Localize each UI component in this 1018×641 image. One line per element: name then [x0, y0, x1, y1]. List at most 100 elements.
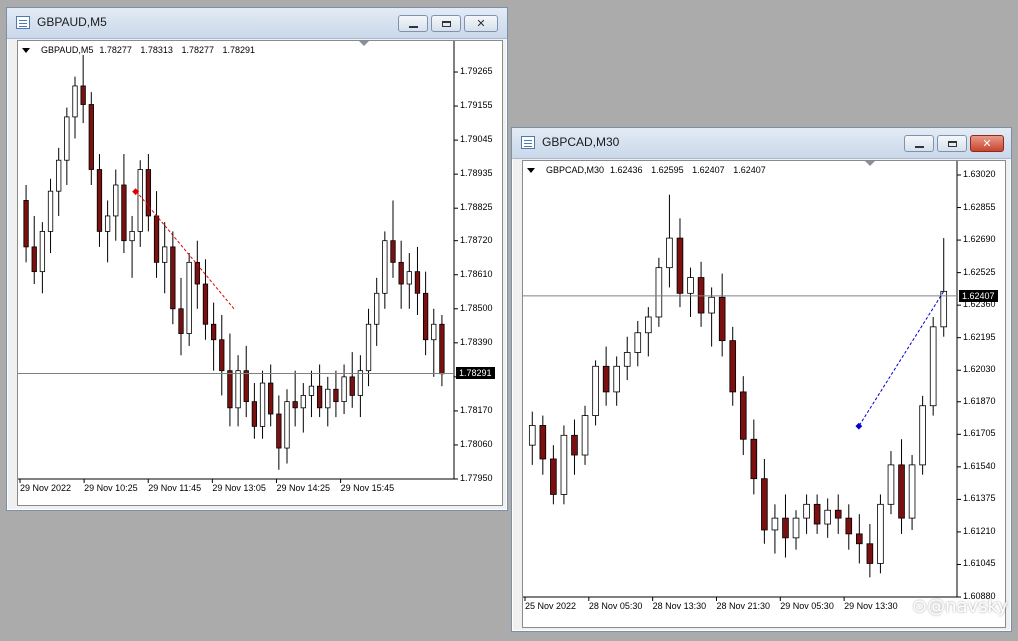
close-button[interactable]: ✕ [970, 135, 1004, 152]
ohlc-high: 1.78313 [140, 45, 173, 55]
candle [308, 370, 315, 418]
candle-body-bull [613, 365, 620, 393]
chart-shift-marker[interactable] [865, 161, 875, 166]
ohlc-low: 1.62407 [692, 165, 725, 175]
maximize-button[interactable] [937, 135, 967, 152]
candle [739, 376, 747, 456]
minimize-button[interactable] [904, 135, 934, 152]
candle [856, 514, 863, 564]
candle [382, 231, 388, 309]
candle-body-bull [581, 415, 589, 456]
chart-canvas[interactable]: ◆ GBPCAD,M30 1.62436 1.62595 1.62407 1.62… [522, 160, 1006, 628]
price-scale-label: 1.63020 [963, 169, 996, 179]
price-scale-label: 1.61375 [963, 493, 996, 504]
ohlc-info: GBPAUD,M5 1.78277 1.78313 1.78277 1.78291 [22, 45, 255, 55]
window-titlebar[interactable]: GBPCAD,M30 ✕ [512, 128, 1011, 159]
candle-body-bull [382, 240, 388, 294]
ohlc-info: GBPCAD,M30 1.62436 1.62595 1.62407 1.6240… [527, 165, 766, 175]
price-scale-label: 1.78060 [460, 438, 493, 449]
candle [276, 395, 282, 470]
candle [365, 308, 372, 387]
dropdown-triangle-icon[interactable] [527, 168, 535, 174]
candle-body-bull [357, 370, 364, 396]
chart-shift-marker[interactable] [359, 41, 369, 46]
candle-body-bear [697, 277, 705, 314]
candle-body-bull [592, 365, 599, 416]
close-icon: ✕ [982, 137, 992, 150]
candlestick-chart-gbpcad: ◆ [523, 161, 961, 601]
candle [528, 411, 536, 465]
candle [88, 92, 94, 185]
candle-body-bear [121, 184, 127, 242]
candle-body-bear [145, 169, 152, 217]
candle [259, 370, 266, 439]
window-title: GBPAUD,M5 [37, 15, 107, 29]
candle [406, 253, 412, 309]
candle-body-bull [406, 271, 412, 285]
candle [121, 154, 127, 254]
chart-canvas[interactable]: ◆ GBPAUD,M5 1.78277 1.78313 1.78277 1.782… [17, 40, 503, 506]
candle-body-bull [374, 292, 380, 325]
candle-body-bull [308, 385, 315, 396]
candle [929, 316, 937, 416]
price-scale-label: 1.78935 [460, 168, 493, 179]
minimize-button[interactable] [398, 15, 428, 32]
candle [341, 364, 347, 415]
window-title: GBPCAD,M30 [542, 135, 620, 149]
minimize-icon [914, 145, 924, 148]
window-titlebar[interactable]: GBPAUD,M5 ✕ [7, 8, 507, 39]
candle [194, 240, 200, 309]
candle-body-bear [782, 517, 789, 539]
close-button[interactable]: ✕ [464, 15, 498, 32]
candle [80, 55, 86, 124]
candle-body-bear [439, 323, 445, 375]
candle [349, 352, 355, 408]
candle [431, 308, 437, 377]
price-scale-label: 1.62855 [963, 201, 996, 212]
candle-body-bull [645, 316, 652, 334]
candle [153, 191, 160, 278]
candle [292, 370, 298, 427]
candle-body-bear [718, 296, 726, 342]
candle [31, 215, 37, 285]
candle-body-bull [137, 169, 143, 232]
time-scale-label: 29 Nov 13:30 [844, 601, 898, 611]
candle-body-bull [104, 215, 111, 232]
candle-body-bull [72, 85, 78, 118]
candle [104, 200, 111, 263]
candle [602, 346, 610, 406]
candlestick-chart-gbpaud: ◆ [18, 41, 458, 483]
candle-body-bear [414, 271, 421, 294]
candle-body-bear [750, 438, 758, 480]
chart-window-gbpaud[interactable]: GBPAUD,M5 ✕ ◆ GBPAUD,M5 1.78277 1.78313 1… [6, 7, 508, 511]
candle-body-bear [349, 376, 355, 396]
candle-body-bear [227, 370, 233, 409]
candle [834, 494, 842, 534]
candle-body-bear [422, 292, 429, 341]
dropdown-triangle-icon[interactable] [22, 48, 30, 54]
candle-body-bull [929, 326, 937, 407]
candle-body-bear [676, 237, 684, 294]
symbol-timeframe: GBPCAD,M30 [546, 165, 605, 175]
candle-body-bear [866, 543, 874, 564]
candle [333, 370, 339, 418]
maximize-button[interactable] [431, 15, 461, 32]
candle [178, 277, 184, 356]
ohlc-close: 1.78291 [222, 45, 256, 55]
candle [227, 333, 233, 427]
candle [72, 76, 78, 139]
candle-body-bull [771, 517, 779, 531]
candle [390, 200, 396, 278]
candle-body-bull [365, 323, 372, 372]
candle [687, 267, 694, 317]
candle [422, 271, 429, 356]
candle-body-bull [803, 503, 810, 519]
candle-body-bull [235, 370, 241, 409]
candle [803, 494, 810, 534]
candle [439, 314, 445, 387]
candle-body-bear [602, 365, 610, 393]
candle-body-bear [571, 434, 578, 456]
watermark-logo: ⊙@navsky [912, 596, 1008, 617]
maximize-icon [441, 20, 451, 27]
chart-window-gbpcad[interactable]: GBPCAD,M30 ✕ ◆ GBPCAD,M30 1.62436 1.62595… [511, 127, 1012, 632]
